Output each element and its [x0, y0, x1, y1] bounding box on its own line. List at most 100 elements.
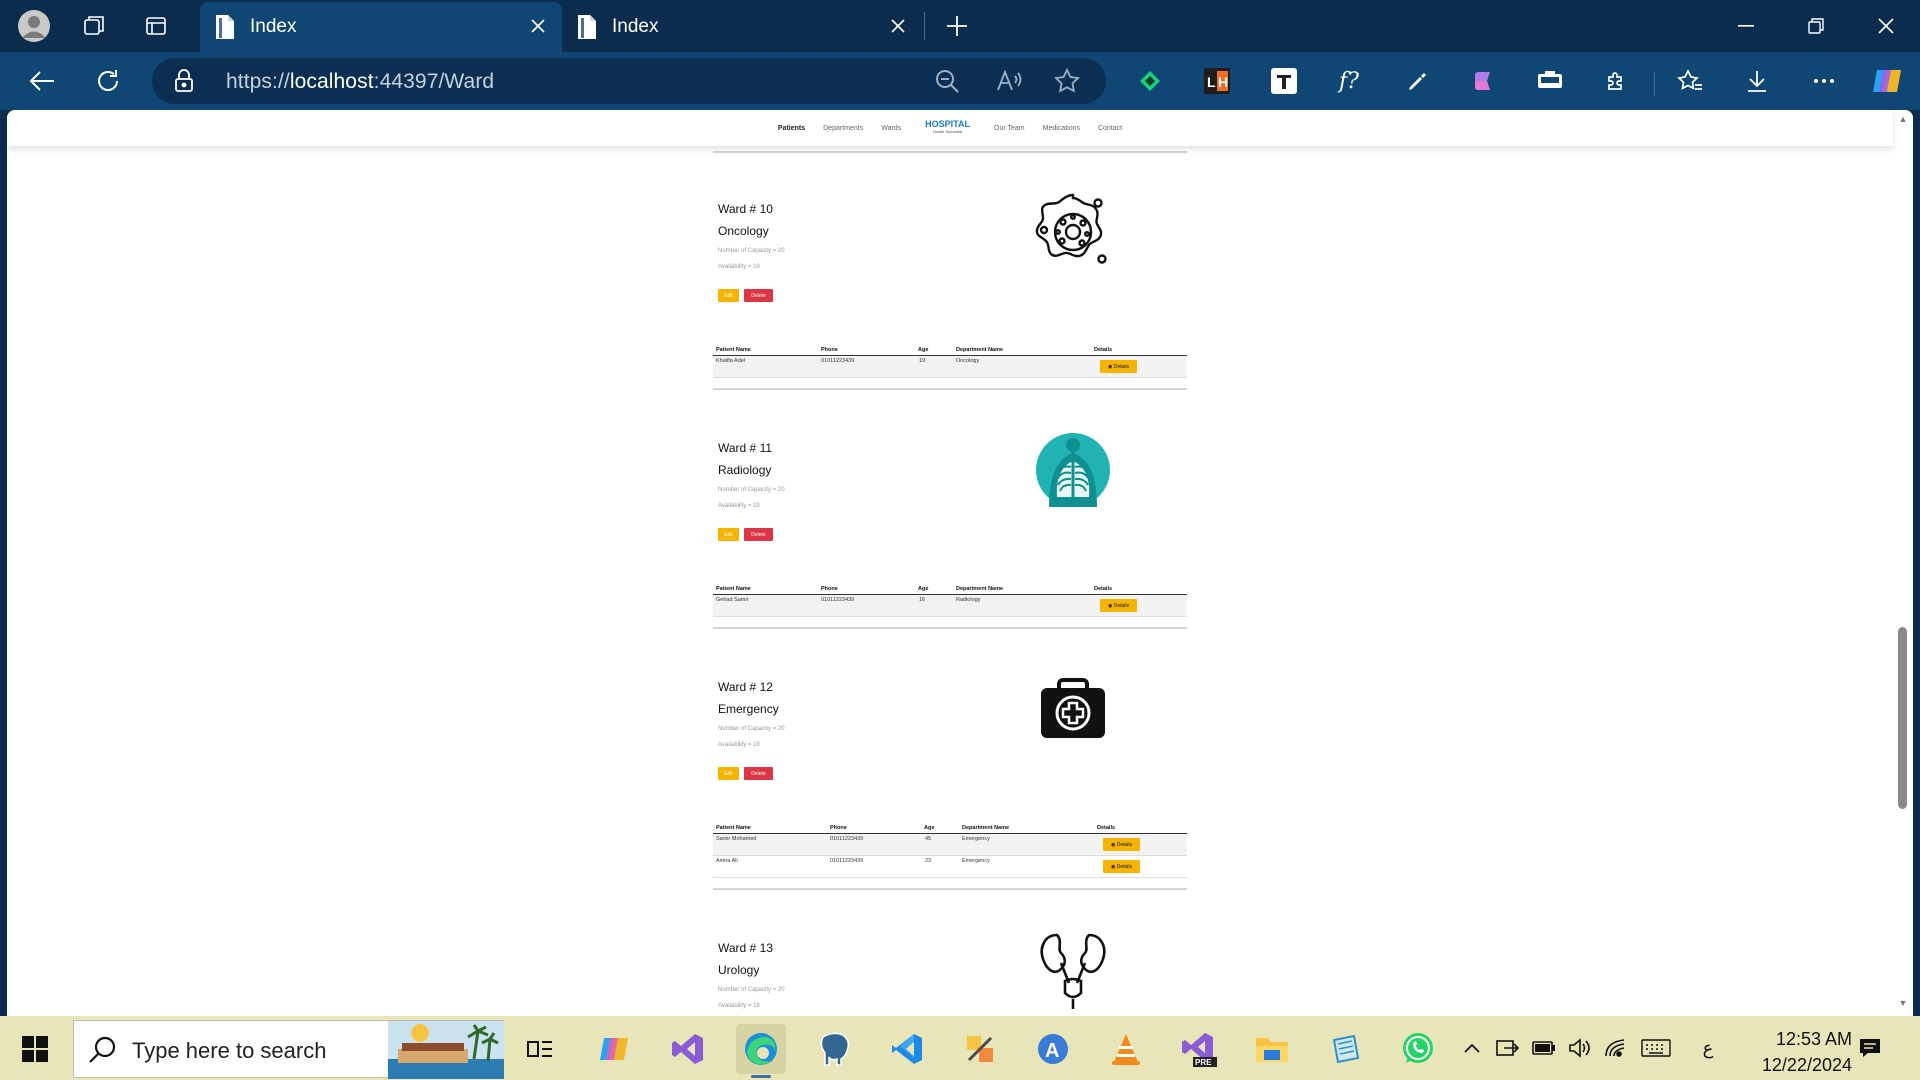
- notifications-icon[interactable]: [1854, 1032, 1886, 1064]
- table-header: Patient Name Phone Age Department Name D…: [713, 585, 1187, 595]
- cell-department: Emergency: [962, 858, 990, 864]
- tab-index[interactable]: Index: [562, 2, 922, 52]
- details-button[interactable]: ◉ Details: [1103, 860, 1140, 873]
- url-text[interactable]: https://localhost:44397/Ward: [226, 70, 494, 94]
- table-row: Khalifa Adel 01011223439 19 Oncology ◉ D…: [713, 356, 1187, 378]
- ward-capacity: Number of Capacity = 20: [718, 987, 785, 993]
- workspaces-icon[interactable]: [74, 6, 114, 46]
- volume-icon[interactable]: [1564, 1032, 1596, 1064]
- postgresql-elephant-icon[interactable]: [809, 1024, 859, 1074]
- profile-avatar-icon[interactable]: [14, 6, 54, 46]
- search-icon: [89, 1036, 116, 1063]
- patients-table: Patient Name Phone Age Department Name D…: [713, 585, 1187, 617]
- sync-app-icon[interactable]: [1492, 1032, 1524, 1064]
- more-options-icon[interactable]: [1804, 61, 1844, 101]
- page-icon: [216, 15, 234, 39]
- vscode-icon[interactable]: [882, 1024, 932, 1074]
- details-button[interactable]: ◉ Details: [1100, 599, 1137, 612]
- delete-button[interactable]: Delete: [744, 289, 773, 302]
- back-arrow-icon[interactable]: [22, 61, 62, 101]
- battery-icon[interactable]: [1528, 1032, 1560, 1064]
- page-scrollbar[interactable]: ▲ ▼: [1893, 110, 1913, 1016]
- nav-patients[interactable]: Patients: [778, 125, 805, 132]
- taskbar-clock[interactable]: 12:53 AM 12/22/2024: [1736, 1026, 1852, 1078]
- tab-index-active[interactable]: Index: [200, 2, 562, 52]
- details-label: Details: [1113, 363, 1130, 370]
- whatsapp-icon[interactable]: [1393, 1024, 1443, 1074]
- file-explorer-icon[interactable]: [1247, 1024, 1297, 1074]
- dev-tools-app-icon[interactable]: [955, 1024, 1005, 1074]
- edit-button[interactable]: Edit: [718, 289, 739, 302]
- read-aloud-icon[interactable]: [996, 68, 1022, 99]
- color-picker-icon[interactable]: [1398, 61, 1438, 101]
- edit-button[interactable]: Edit: [718, 528, 739, 541]
- extensions-puzzle-icon[interactable]: [1597, 61, 1637, 101]
- taskbar-search-box[interactable]: Type here to search: [73, 1020, 504, 1079]
- downloads-icon[interactable]: [1737, 61, 1777, 101]
- svg-text:f?: f?: [1337, 69, 1359, 94]
- copilot-app-icon[interactable]: [590, 1024, 640, 1074]
- extension-function-icon[interactable]: f?: [1331, 61, 1371, 101]
- scroll-up-arrow-icon[interactable]: ▲: [1898, 114, 1908, 124]
- nav-wards[interactable]: Wards: [881, 125, 901, 132]
- cell-department: Radiology: [956, 597, 981, 603]
- restore-icon[interactable]: [1786, 0, 1846, 52]
- col-department: Department Name: [962, 825, 1010, 831]
- show-hidden-icons-chevron-icon[interactable]: [1456, 1032, 1488, 1064]
- nav-departments[interactable]: Departments: [823, 125, 863, 132]
- extension-text-t-icon[interactable]: [1264, 61, 1304, 101]
- close-tab-icon[interactable]: [526, 14, 550, 38]
- cell-patient-name: Amira Ali: [716, 858, 738, 864]
- touch-keyboard-icon[interactable]: [1640, 1032, 1672, 1064]
- tab-actions-icon[interactable]: [136, 6, 176, 46]
- ward-availability: Availability = 18: [718, 1003, 760, 1009]
- extension-lh-icon[interactable]: LH: [1197, 61, 1237, 101]
- new-tab-icon[interactable]: [937, 6, 977, 46]
- nav-contact[interactable]: Contact: [1098, 125, 1122, 132]
- svg-text:PRE: PRE: [1195, 1058, 1212, 1067]
- nav-our-team[interactable]: Our Team: [994, 125, 1025, 132]
- tab-title: Index: [250, 16, 297, 37]
- delete-button[interactable]: Delete: [744, 767, 773, 780]
- visual-studio-icon[interactable]: [663, 1024, 713, 1074]
- cell-age: 16: [919, 597, 926, 603]
- extension-green-diamond-icon[interactable]: [1130, 61, 1170, 101]
- vlc-player-icon[interactable]: [1101, 1024, 1151, 1074]
- extension-screen-icon[interactable]: [1530, 61, 1570, 101]
- details-button[interactable]: ◉ Details: [1103, 838, 1140, 851]
- input-language-indicator[interactable]: ع: [1692, 1032, 1724, 1064]
- edit-button[interactable]: Edit: [718, 767, 739, 780]
- section-divider: [713, 388, 1187, 390]
- extension-purple-tag-icon[interactable]: [1463, 61, 1503, 101]
- scrollbar-thumb[interactable]: [1898, 627, 1907, 809]
- ward-availability: Availability = 18: [718, 742, 760, 748]
- address-bar[interactable]: https://localhost:44397/Ward: [152, 58, 1106, 104]
- favorites-icon[interactable]: [1670, 61, 1710, 101]
- nav-medications[interactable]: Medications: [1043, 125, 1080, 132]
- scroll-down-arrow-icon[interactable]: ▼: [1898, 998, 1908, 1008]
- lock-icon[interactable]: [174, 69, 194, 98]
- first-aid-kit-icon: [1041, 678, 1105, 738]
- copilot-icon[interactable]: [1868, 61, 1908, 101]
- refresh-icon[interactable]: [88, 61, 128, 101]
- edge-browser-icon[interactable]: [736, 1024, 786, 1078]
- translator-app-icon[interactable]: A: [1028, 1024, 1078, 1074]
- col-age: Age: [924, 825, 935, 831]
- cell-phone: 01011223439: [830, 858, 864, 864]
- notepad-icon[interactable]: [1320, 1024, 1370, 1074]
- site-logo[interactable]: HOSPITAL Health Specialist: [925, 120, 970, 136]
- windows-taskbar: Type here to search A PRE ع 12:53 AM 12/…: [0, 1016, 1920, 1080]
- task-view-icon[interactable]: [515, 1024, 565, 1074]
- minimize-icon[interactable]: [1716, 0, 1776, 52]
- close-tab-icon[interactable]: [886, 14, 910, 38]
- favorite-star-icon[interactable]: [1054, 67, 1080, 99]
- ward-availability: Availability = 19: [718, 503, 760, 509]
- wifi-icon[interactable]: [1600, 1032, 1632, 1064]
- details-button[interactable]: ◉ Details: [1100, 360, 1137, 373]
- windows-start-icon[interactable]: [14, 1028, 56, 1070]
- close-window-icon[interactable]: [1856, 0, 1916, 52]
- cell-age: 45: [925, 836, 932, 842]
- zoom-out-icon[interactable]: [934, 68, 960, 99]
- delete-button[interactable]: Delete: [744, 528, 773, 541]
- visual-studio-preview-icon[interactable]: PRE: [1174, 1024, 1224, 1074]
